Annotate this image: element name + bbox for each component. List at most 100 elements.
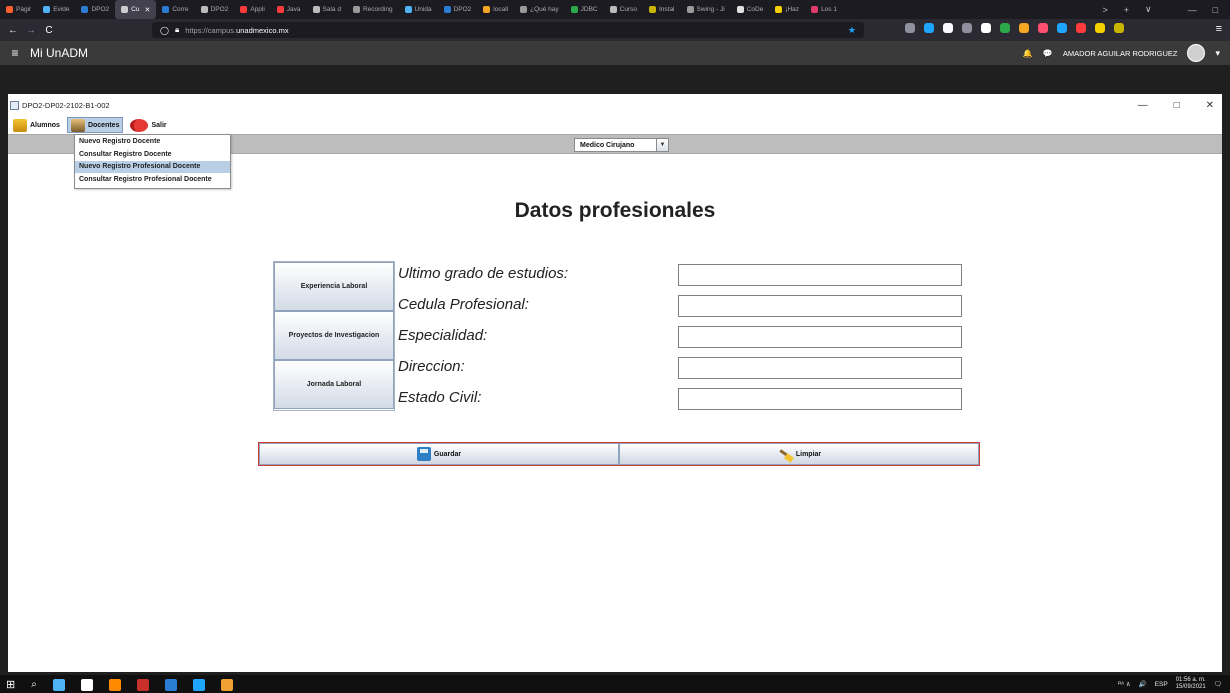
extension-icon[interactable] xyxy=(1095,23,1105,33)
direccion-field[interactable] xyxy=(678,357,962,379)
menu-item-nuevo-registro-docente[interactable]: Nuevo Registro Docente xyxy=(75,136,230,148)
taskbar-app-icon[interactable] xyxy=(136,678,149,691)
browser-menu-icon[interactable]: ≡ xyxy=(1216,23,1222,35)
combo-arrow-icon[interactable]: ▼ xyxy=(656,139,668,151)
extension-icon[interactable] xyxy=(905,23,915,33)
especialidad-field[interactable] xyxy=(678,326,962,348)
browser-nav-bar: ← → C ◯ 🔒︎ https://campus.unadmexico.mx … xyxy=(0,19,1230,41)
taskbar-app-icon[interactable] xyxy=(164,678,177,691)
tab-favicon-icon xyxy=(162,6,170,13)
start-icon[interactable]: ⊞ xyxy=(6,678,15,691)
browser-minimize-icon[interactable]: — xyxy=(1188,5,1197,15)
back-icon[interactable]: ← xyxy=(4,25,22,36)
extension-icon[interactable] xyxy=(924,23,934,33)
browser-tab[interactable]: Sala d xyxy=(307,0,347,19)
browser-tab[interactable]: DPO2 xyxy=(75,0,115,19)
taskbar-app-icon[interactable] xyxy=(108,678,121,691)
tab-favicon-icon xyxy=(811,6,819,13)
browser-tab[interactable]: CoDe xyxy=(731,0,770,19)
site-header: ≡ Mi UnADM 🔔 💬 AMADOR AGUILAR RODRIGUEZ … xyxy=(0,41,1230,65)
jornada-laboral-button[interactable]: Jornada Laboral xyxy=(274,360,394,409)
browser-restore-icon[interactable]: □ xyxy=(1213,5,1218,15)
browser-tab[interactable]: Págir xyxy=(0,0,37,19)
especialidad-label: Especialidad: xyxy=(398,327,488,344)
taskbar-app-icon[interactable] xyxy=(192,678,205,691)
url-bar[interactable]: ◯ 🔒︎ https://campus.unadmexico.mx ★ xyxy=(152,22,864,38)
grado-field[interactable] xyxy=(678,264,962,286)
forward-icon[interactable]: → xyxy=(22,25,40,36)
taskbar-app-icon[interactable] xyxy=(220,678,233,691)
browser-tab[interactable]: Los 1 xyxy=(805,0,843,19)
chat-icon[interactable]: 💬 xyxy=(1043,49,1053,58)
estado-civil-field[interactable] xyxy=(678,388,962,410)
close-icon[interactable]: ✕ xyxy=(1206,100,1214,111)
teacher-icon xyxy=(70,118,85,132)
save-button[interactable]: Guardar xyxy=(259,443,619,465)
tab-label: Curso xyxy=(619,6,637,13)
proyectos-investigacion-button[interactable]: Proyectos de Investigacion xyxy=(274,311,394,360)
menu-docentes[interactable]: Docentes xyxy=(66,117,124,133)
menu-item-consultar-registro-docente[interactable]: Consultar Registro Docente xyxy=(75,149,230,161)
browser-tab[interactable]: Java xyxy=(271,0,307,19)
hamburger-icon[interactable]: ≡ xyxy=(0,46,30,60)
browser-tab[interactable]: locall xyxy=(477,0,514,19)
extension-icon[interactable] xyxy=(962,23,972,33)
language-indicator[interactable]: ESP xyxy=(1155,681,1168,688)
extension-icon[interactable] xyxy=(1076,23,1086,33)
bookmark-star-icon[interactable]: ★ xyxy=(848,25,856,36)
specialty-combobox[interactable]: Medico Cirujano ▼ xyxy=(574,138,669,152)
browser-tab[interactable]: ¡Haz xyxy=(769,0,805,19)
extension-icon[interactable] xyxy=(1114,23,1124,33)
menu-item-consultar-registro-profesional[interactable]: Consultar Registro Profesional Docente xyxy=(75,174,230,186)
browser-tab[interactable]: Corre xyxy=(156,0,194,19)
user-name[interactable]: AMADOR AGUILAR RODRIGUEZ xyxy=(1063,49,1178,58)
browser-tab[interactable]: Instal xyxy=(643,0,681,19)
clock[interactable]: 01:56 a. m. 15/09/2021 xyxy=(1176,677,1206,691)
taskbar-app-icon[interactable] xyxy=(80,678,93,691)
browser-tab[interactable]: Evide xyxy=(37,0,75,19)
browser-tab[interactable]: Recording xyxy=(347,0,399,19)
taskbar-app-icon[interactable] xyxy=(52,678,65,691)
extension-icon[interactable] xyxy=(1000,23,1010,33)
menu-item-nuevo-registro-profesional[interactable]: Nuevo Registro Profesional Docente xyxy=(75,161,230,173)
site-title[interactable]: Mi UnADM xyxy=(30,46,88,60)
avatar[interactable] xyxy=(1187,44,1206,62)
notification-icon[interactable]: 🗨 xyxy=(1214,680,1222,688)
browser-tab[interactable]: DPO2 xyxy=(195,0,235,19)
search-icon[interactable]: ⌕ xyxy=(31,679,37,690)
extension-icon[interactable] xyxy=(943,23,953,33)
menu-salir[interactable]: Salir xyxy=(127,117,169,133)
browser-tab[interactable]: Curso xyxy=(604,0,643,19)
browser-tab[interactable]: ¿Qué hay xyxy=(514,0,565,19)
tab-label: ¿Qué hay xyxy=(530,6,559,13)
browser-tab[interactable]: JDBC xyxy=(565,0,604,19)
extension-icon[interactable] xyxy=(1038,23,1048,33)
clear-button[interactable]: Limpiar xyxy=(619,443,979,465)
new-tab-icon[interactable]: + xyxy=(1124,5,1129,15)
menu-alumnos[interactable]: Alumnos xyxy=(10,117,63,133)
tray-overflow[interactable]: ᴿᴬ ∧ xyxy=(1118,680,1130,688)
java-app-icon xyxy=(10,100,19,110)
extension-icon[interactable] xyxy=(981,23,991,33)
browser-tab[interactable]: Appli xyxy=(234,0,270,19)
tab-list-icon[interactable]: ∨ xyxy=(1145,4,1152,15)
reload-icon[interactable]: C xyxy=(40,25,58,36)
scroll-tabs-icon[interactable]: > xyxy=(1102,5,1107,15)
tab-close-icon[interactable]: ✕ xyxy=(144,6,150,14)
browser-tab[interactable]: Unida xyxy=(399,0,438,19)
save-button-label: Guardar xyxy=(433,450,462,458)
volume-icon[interactable]: 🔊 xyxy=(1139,680,1147,688)
minimize-icon[interactable]: — xyxy=(1138,100,1148,111)
user-caret-icon[interactable]: ▾ xyxy=(1215,48,1220,59)
browser-tab[interactable]: Cu ✕ xyxy=(115,0,157,19)
cedula-field[interactable] xyxy=(678,295,962,317)
extension-icon[interactable] xyxy=(1019,23,1029,33)
browser-tab[interactable]: Swing - Ji xyxy=(681,0,731,19)
extension-icon[interactable] xyxy=(1057,23,1067,33)
tab-label: Recording xyxy=(362,6,393,13)
browser-tab[interactable]: DPO2 xyxy=(438,0,478,19)
experiencia-laboral-button[interactable]: Experiencia Laboral xyxy=(274,262,394,311)
tab-favicon-icon xyxy=(609,6,617,13)
maximize-icon[interactable]: □ xyxy=(1174,100,1180,111)
bell-icon[interactable]: 🔔 xyxy=(1023,49,1033,58)
